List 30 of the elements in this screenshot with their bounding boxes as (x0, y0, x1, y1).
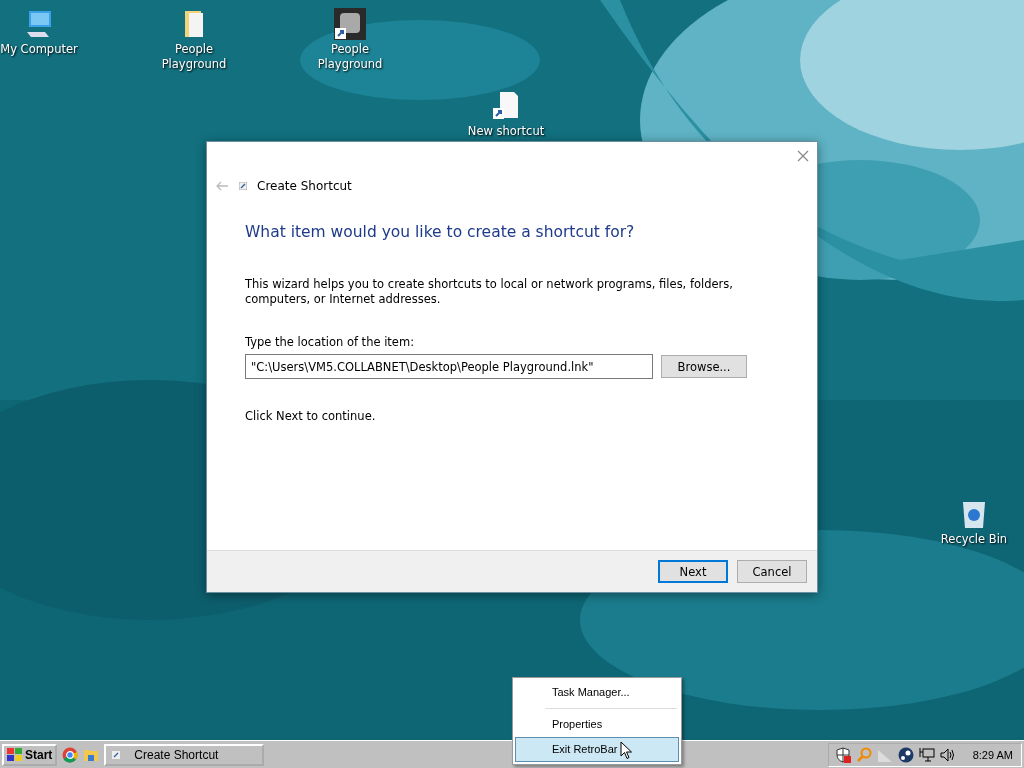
browse-button[interactable]: Browse... (661, 355, 747, 378)
mouse-cursor-icon (620, 741, 633, 760)
location-field[interactable]: "C:\Users\VM5.COLLABNET\Desktop\People Playground.lnk" (245, 354, 653, 379)
monitor-icon[interactable] (918, 746, 935, 763)
menu-item[interactable]: Exit RetroBar (515, 737, 679, 762)
shortcut-icon (112, 750, 121, 759)
shield-icon[interactable] (834, 746, 851, 763)
taskbar-task[interactable]: Create Shortcut (104, 743, 265, 766)
wizard-description: This wizard helps you to create shortcuts to local or network programs, files, folders, computers, or Internet addresses. (245, 277, 734, 307)
desktop-icon-label[interactable]: Recycle Bin (940, 532, 1008, 547)
window-title: Create Shortcut (257, 179, 352, 193)
desktop-icon-label[interactable]: My Computer (0, 42, 78, 57)
desktop-icon-label[interactable]: New shortcut (467, 124, 545, 139)
windows-logo-icon (7, 747, 23, 762)
app-shortcut-icon[interactable] (334, 8, 366, 40)
clock[interactable]: 8:29 AM (972, 748, 1013, 761)
menu-item[interactable]: Properties (515, 712, 679, 737)
next-button[interactable]: Next (658, 560, 728, 583)
close-icon[interactable] (797, 150, 809, 162)
wizard-heading: What item would you like to create a shortcut for? (245, 223, 636, 241)
menu-item[interactable]: Task Manager... (515, 680, 679, 705)
cancel-button[interactable]: Cancel (737, 560, 807, 583)
desktop-icon-label[interactable]: People Playground (149, 42, 239, 72)
shortcut-icon (239, 182, 247, 190)
desktop-icon-label[interactable]: People Playground (305, 42, 395, 72)
field-label: Type the location of the item: (245, 335, 415, 349)
speaker-icon[interactable] (939, 746, 956, 763)
hint-text: Click Next to continue. (245, 409, 377, 423)
browser-icon[interactable] (62, 746, 79, 763)
start-button[interactable]: Start (2, 743, 58, 766)
